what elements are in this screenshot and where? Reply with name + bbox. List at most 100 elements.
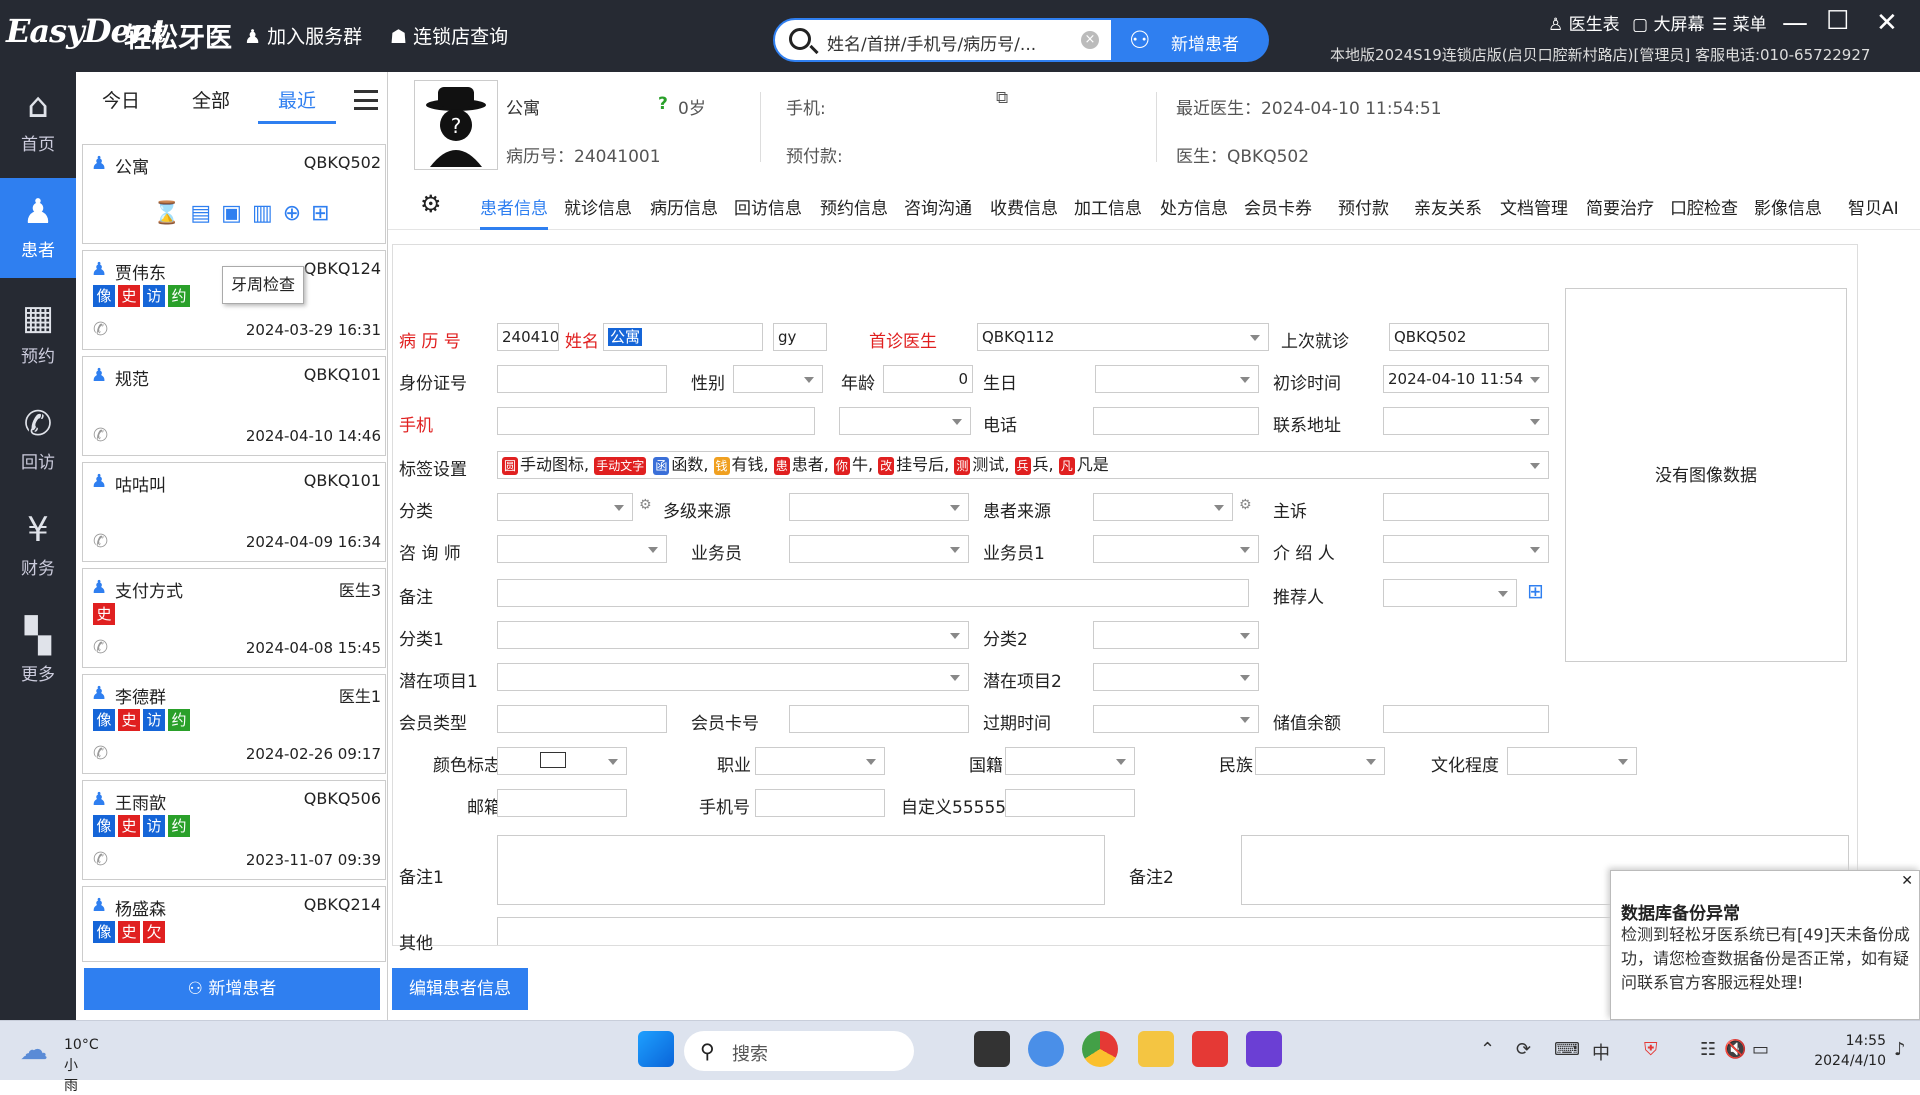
list-item[interactable]: ♟ 王雨歆 QBKQ506 像史访约 ✆ 2023-11-07 09:39 (82, 780, 386, 880)
source-gear-icon[interactable]: ⚙ (1239, 497, 1252, 513)
list-item[interactable]: ♟ 杨盛森 QBKQ214 像史欠 (82, 886, 386, 962)
potential2-select[interactable] (1093, 663, 1259, 691)
multi-source-select[interactable] (789, 493, 969, 521)
tab-imaging[interactable]: 影像信息 (1754, 194, 1822, 219)
folder-icon[interactable] (1138, 1031, 1174, 1067)
image-preview[interactable]: 没有图像数据 (1565, 288, 1847, 662)
wps-icon[interactable] (1192, 1031, 1228, 1067)
gender-select[interactable] (733, 365, 823, 393)
chat-icon[interactable] (1028, 1031, 1064, 1067)
color-flag-select[interactable] (497, 747, 627, 775)
tab-documents[interactable]: 文档管理 (1500, 194, 1568, 219)
tab-prepay[interactable]: 预付款 (1338, 194, 1389, 219)
category1-select[interactable] (497, 621, 969, 649)
remark-field[interactable] (497, 579, 1249, 607)
tab-brief-treatment[interactable]: 简要治疗 (1586, 194, 1654, 219)
name-field[interactable]: 公寓 (603, 323, 763, 351)
potential1-select[interactable] (497, 663, 969, 691)
nav-followup[interactable]: ✆ 回访 (0, 390, 76, 490)
maximize-icon[interactable]: ☐ (1826, 6, 1849, 36)
email-field[interactable] (497, 789, 627, 817)
tab-oral-exam[interactable]: 口腔检查 (1670, 194, 1738, 219)
nav-more[interactable]: ▚ 更多 (0, 602, 76, 702)
clock[interactable]: 14:55 2024/4/10 (1796, 1031, 1886, 1071)
patient-source-select[interactable] (1093, 493, 1233, 521)
first-doctor-select[interactable]: QBKQ112 (977, 323, 1269, 351)
sales1-select[interactable] (1093, 535, 1259, 563)
copy-icon[interactable]: ⧉ (996, 88, 1008, 108)
sales-select[interactable] (789, 535, 969, 563)
category-gear-icon[interactable]: ⚙ (639, 497, 652, 513)
mute-icon[interactable]: 🔇 (1724, 1039, 1746, 1060)
first-time-select[interactable]: 2024-04-10 11:54 (1383, 365, 1549, 393)
security-icon[interactable]: ⛨ (1644, 1039, 1658, 1060)
join-service-link[interactable]: ♟ 加入服务群 (244, 22, 362, 49)
windows-start-icon[interactable] (638, 1031, 674, 1067)
sync-icon[interactable]: ⟳ (1516, 1039, 1531, 1060)
tab-process[interactable]: 加工信息 (1074, 194, 1142, 219)
close-icon[interactable]: ✕ (1876, 8, 1898, 38)
ime-icon[interactable]: 中 (1592, 1039, 1610, 1065)
complaint-field[interactable] (1383, 493, 1549, 521)
remark1-field[interactable] (497, 835, 1105, 905)
menu-button[interactable]: ☰ 菜单 (1712, 10, 1767, 35)
expire-select[interactable] (1093, 705, 1259, 733)
list-item[interactable]: ♟ 规范 QBKQ101 ✆ 2024-04-10 14:46 (82, 356, 386, 456)
list-item[interactable]: ♟ 李德群 医生1 像史访约 ✆ 2024-02-26 09:17 (82, 674, 386, 774)
member-card-field[interactable] (789, 705, 969, 733)
app-icon[interactable] (1246, 1031, 1282, 1067)
ethnic-select[interactable] (1255, 747, 1385, 775)
birthday-select[interactable] (1095, 365, 1259, 393)
nav-finance[interactable]: ¥ 财务 (0, 496, 76, 596)
edit-patient-button[interactable]: 编辑患者信息 (392, 968, 528, 1010)
nav-appointment[interactable]: ▦ 预约 (0, 284, 76, 384)
tab-followup[interactable]: 回访信息 (734, 194, 802, 219)
job-select[interactable] (755, 747, 885, 775)
last-visit-field[interactable]: QBKQ502 (1389, 323, 1549, 351)
tab-all[interactable]: 全部 (192, 86, 230, 113)
chevron-up-icon[interactable]: ⌃ (1480, 1039, 1495, 1060)
introducer-select[interactable] (1383, 535, 1549, 563)
tab-relatives[interactable]: 亲友关系 (1414, 194, 1482, 219)
tab-recent[interactable]: 最近 (258, 86, 337, 124)
big-screen-button[interactable]: ▢ 大屏幕 (1632, 10, 1704, 35)
balance-field[interactable] (1383, 705, 1549, 733)
tab-consult[interactable]: 咨询沟通 (904, 194, 972, 219)
category2-select[interactable] (1093, 621, 1259, 649)
mobile-type-select[interactable] (839, 407, 971, 435)
consultant-select[interactable] (497, 535, 667, 563)
education-select[interactable] (1507, 747, 1637, 775)
tab-member-card[interactable]: 会员卡券 (1244, 194, 1312, 219)
tab-prescription[interactable]: 处方信息 (1160, 194, 1228, 219)
new-patient-button[interactable]: ⚇ 新增患者 (84, 968, 380, 1010)
custom-field[interactable] (1005, 789, 1135, 817)
tab-ai[interactable]: 智贝AI (1848, 194, 1899, 219)
patient-search[interactable]: 姓名/首拼/手机号/病历号/... × (773, 18, 1113, 62)
task-view-icon[interactable] (974, 1031, 1010, 1067)
wifi-icon[interactable]: ☷ (1700, 1039, 1716, 1060)
member-type-field[interactable] (497, 705, 667, 733)
nationality-select[interactable] (1005, 747, 1135, 775)
phone2-field[interactable] (755, 789, 885, 817)
list-item[interactable]: ♟ 支付方式 医生3 史 ✆ 2024-04-08 15:45 (82, 568, 386, 668)
keyboard-icon[interactable]: ⌨ (1554, 1039, 1580, 1060)
search-input[interactable]: 姓名/首拼/手机号/病历号/... (827, 30, 1036, 55)
tab-visit[interactable]: 就诊信息 (564, 194, 632, 219)
gear-icon[interactable]: ⚙ (420, 190, 442, 218)
id-card-field[interactable] (497, 365, 667, 393)
tab-patient-info[interactable]: 患者信息 (480, 194, 548, 230)
tag-setting-select[interactable]: 圆手动图标, 手动文字 函函数, 钱有钱, 患患者, 你牛, 改挂号后, 测测试… (497, 451, 1549, 479)
patient-avatar[interactable]: ? (414, 80, 498, 170)
list-menu-icon[interactable] (354, 90, 378, 110)
tab-today[interactable]: 今日 (102, 86, 140, 113)
add-recommender-icon[interactable]: ⊞ (1527, 579, 1544, 603)
tab-record[interactable]: 病历信息 (650, 194, 718, 219)
taskbar-search[interactable]: ⚲ 搜索 (684, 1031, 914, 1071)
nav-home[interactable]: ⌂ 首页 (0, 72, 76, 172)
quick-tools[interactable]: ⌛▤▣▥⊕⊞ (153, 201, 340, 226)
recommender-select[interactable] (1383, 579, 1517, 607)
pinyin-field[interactable]: gy (773, 323, 827, 351)
bell-icon[interactable]: ♪ (1894, 1039, 1906, 1060)
category-select[interactable] (497, 493, 633, 521)
clear-icon[interactable]: × (1081, 31, 1099, 49)
